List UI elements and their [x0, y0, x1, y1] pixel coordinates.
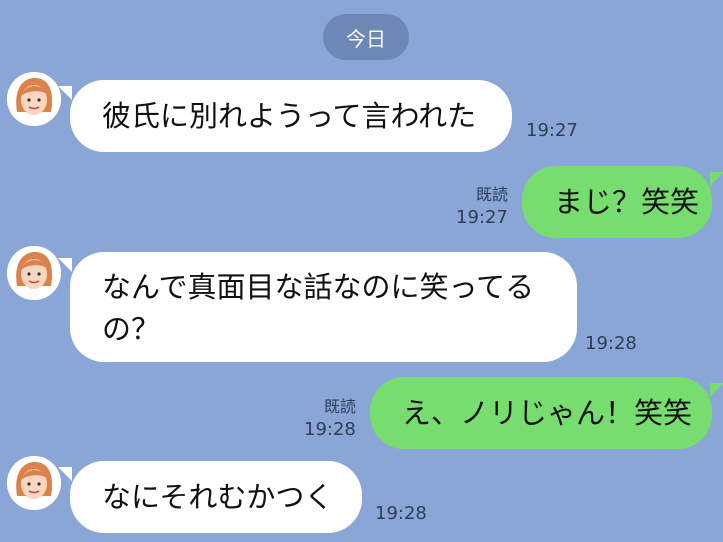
bubble-tail	[710, 383, 723, 397]
bubble-tail	[58, 467, 72, 481]
message-bubble[interactable]: まじ？笑笑	[522, 166, 723, 238]
avatar[interactable]	[7, 456, 61, 510]
avatar[interactable]	[7, 246, 61, 300]
message-time: 19:28	[375, 503, 427, 524]
bubble-tail	[710, 172, 723, 186]
message-text-line: なんで真面目な話なのに笑ってる	[102, 270, 535, 304]
bubble-tail	[58, 86, 72, 100]
message-time: 19:28	[585, 333, 637, 354]
avatar[interactable]	[7, 72, 61, 126]
message-text: 彼氏に別れようって言われた	[102, 99, 477, 133]
message-bubble[interactable]: え、ノリじゃん！笑笑	[370, 377, 723, 449]
message-time: 19:27	[456, 207, 508, 228]
read-receipt: 既読	[475, 185, 508, 204]
message-time: 19:27	[526, 120, 578, 141]
message-bubble[interactable]: なにそれむかつく	[58, 461, 362, 533]
message-bubble[interactable]: なんで真面目な話なのに笑ってる の？	[58, 252, 577, 362]
message-text: え、ノリじゃん！笑笑	[402, 396, 693, 430]
bubble-tail	[58, 258, 72, 272]
message-text: まじ？笑笑	[554, 185, 700, 219]
message-bubble[interactable]: 彼氏に別れようって言われた	[58, 80, 512, 152]
date-label: 今日	[346, 26, 386, 51]
date-separator: 今日	[323, 14, 409, 60]
message-text: なにそれむかつく	[102, 480, 334, 514]
message-time: 19:28	[304, 419, 356, 440]
read-receipt: 既読	[323, 397, 356, 416]
message-text-line: の？	[102, 312, 161, 346]
